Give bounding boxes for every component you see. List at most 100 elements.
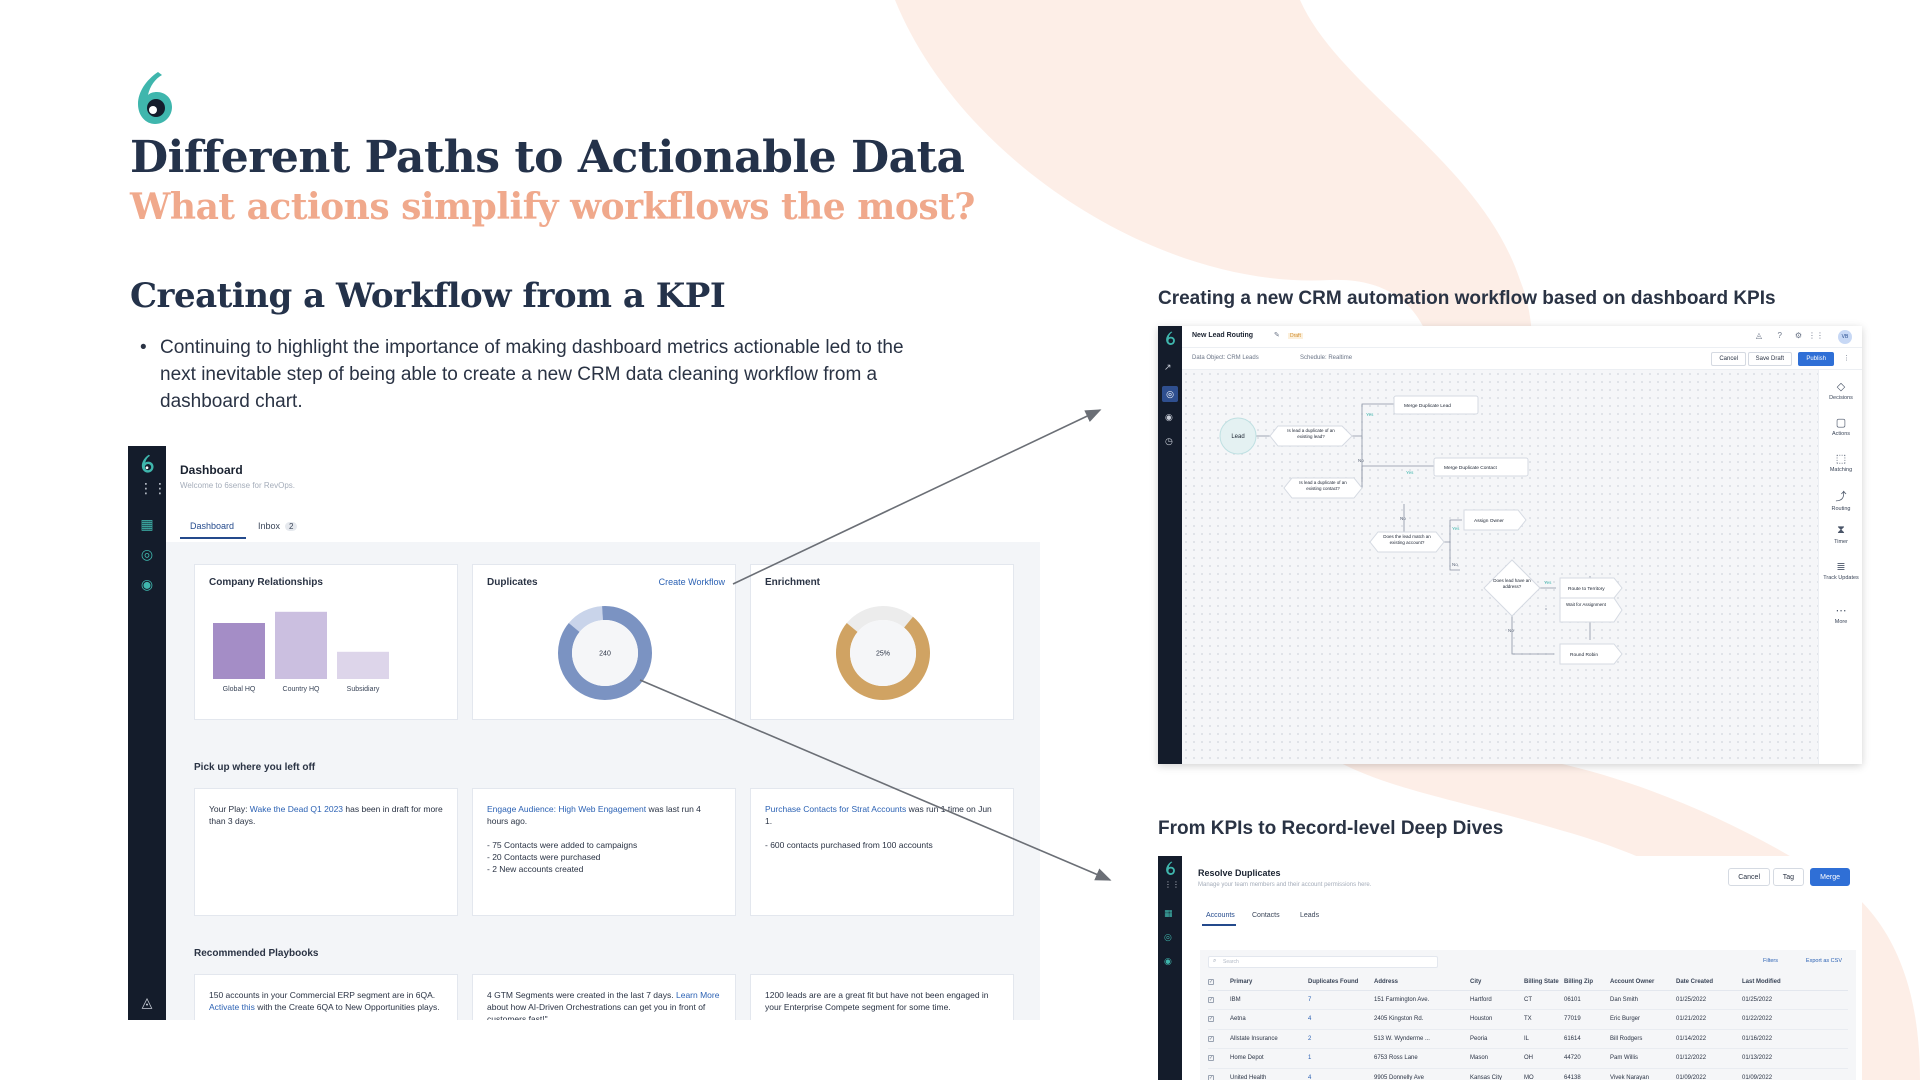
table-cell[interactable]: 2 <box>1308 1029 1374 1049</box>
schedule-label[interactable]: Schedule: Realtime <box>1300 355 1352 361</box>
pick-up-card-3[interactable]: Purchase Contacts for Strat Accounts was… <box>750 788 1014 916</box>
workflow-name[interactable]: New Lead Routing <box>1192 332 1253 339</box>
user-avatar[interactable]: VB <box>1838 330 1852 344</box>
table-row[interactable]: ✓ Home Depot 1 6753 Ross Lane Mason OH 44720 Pa… <box>1208 1048 1848 1069</box>
bell-icon[interactable]: ◬ <box>1756 331 1762 340</box>
select-all-checkbox[interactable]: ✓ <box>1208 978 1214 985</box>
more-vertical-icon[interactable]: ⋮ <box>1843 354 1850 362</box>
apps-grid-icon[interactable]: ⋮⋮ <box>139 480 167 496</box>
table-row[interactable]: ✓ Allstate Insurance 2 513 W. Wynderme ... P… <box>1208 1029 1848 1049</box>
table-row[interactable]: ✓ Aetna 4 2405 Kingston Rd. Houston TX 77019 Er… <box>1208 1009 1848 1030</box>
edit-pencil-icon[interactable]: ✎ <box>1274 331 1280 339</box>
palette-decisions-label: Decisions <box>1829 395 1853 401</box>
table-cell[interactable]: 7 <box>1308 990 1374 1010</box>
dashboard-icon[interactable]: ▦ <box>1164 908 1173 919</box>
enrichment-donut-chart: 25% <box>836 606 930 700</box>
table-cell: 01/12/2022 <box>1676 1048 1742 1069</box>
filters-button[interactable]: Filters <box>1763 958 1778 964</box>
tab-inbox[interactable]: Inbox 2 <box>258 521 298 531</box>
gear-icon[interactable]: ⚙ <box>1795 331 1802 340</box>
apps-grid-icon[interactable]: ⋮⋮ <box>1808 331 1824 340</box>
edge-label-no: No <box>1508 628 1514 633</box>
inbox-count-badge: 2 <box>285 522 298 531</box>
bar-subsidiary[interactable] <box>337 651 389 679</box>
apps-grid-icon[interactable]: ⋮⋮ <box>1164 880 1180 889</box>
search-input[interactable]: ⌕ Search <box>1208 956 1438 968</box>
create-workflow-link[interactable]: Create Workflow <box>659 577 725 587</box>
table-cell[interactable]: 4 <box>1308 1009 1374 1030</box>
col-primary[interactable]: Primary <box>1230 974 1308 991</box>
table-cell[interactable]: 1 <box>1308 1048 1374 1069</box>
bar-country-hq[interactable] <box>275 611 327 679</box>
help-icon[interactable]: ? <box>1778 331 1782 340</box>
col-account-owner[interactable]: Account Owner <box>1610 974 1676 991</box>
dashboard-icon[interactable]: ▦ <box>139 516 155 532</box>
col-last-modified[interactable]: Last Modified <box>1742 974 1848 991</box>
dashboard-screenshot: ⋮⋮ ▦ ◎ ◉ ◬ Dashboard Welcome to 6sense f… <box>128 446 1040 1020</box>
workflow-palette: ◇ Decisions ▢ Actions ⬚ Matching ⤴ Routing ⧗… <box>1818 370 1862 764</box>
pick-up-card-3-link[interactable]: Purchase Contacts for Strat Accounts <box>765 804 906 814</box>
export-csv-button[interactable]: Export as CSV <box>1806 958 1842 964</box>
database-icon[interactable]: ◉ <box>139 576 155 592</box>
dashboard-title: Dashboard <box>180 463 243 477</box>
playbook-card-2-link[interactable]: Learn More <box>676 990 719 1000</box>
playbook-card-2[interactable]: 4 GTM Segments were created in the last … <box>472 974 736 1020</box>
tab-leads[interactable]: Leads <box>1300 912 1319 919</box>
pick-up-card-1-prefix: Your Play: <box>209 804 250 814</box>
edge-label-no: No <box>1400 516 1406 521</box>
table-row[interactable]: ✓ IBM 7 151 Farmington Ave. Hartford CT 06101 D… <box>1208 990 1848 1010</box>
tab-contacts[interactable]: Contacts <box>1252 912 1280 919</box>
database-icon[interactable]: ◉ <box>1164 956 1172 967</box>
tab-dashboard[interactable]: Dashboard <box>190 521 234 531</box>
tag-button[interactable]: Tag <box>1772 868 1804 886</box>
playbook-card-1[interactable]: 150 accounts in your Commercial ERP segm… <box>194 974 458 1020</box>
workflow-active-icon[interactable]: ◎ <box>1162 386 1178 402</box>
clock-icon[interactable]: ◷ <box>1165 436 1173 447</box>
pick-up-card-2[interactable]: Engage Audience: High Web Engagement was… <box>472 788 736 916</box>
bell-icon[interactable]: ◬ <box>139 994 155 1010</box>
palette-timer[interactable]: ⧗ Timer <box>1819 524 1862 545</box>
palette-actions[interactable]: ▢ Actions <box>1819 416 1862 437</box>
publish-button[interactable]: Publish <box>1798 352 1834 366</box>
table-cell: 2405 Kingston Rd. <box>1374 1009 1470 1030</box>
palette-more[interactable]: ⋯ More <box>1819 604 1862 625</box>
tab-accounts[interactable]: Accounts <box>1206 912 1235 919</box>
table-cell: Home Depot <box>1230 1048 1308 1069</box>
col-duplicates-found[interactable]: Duplicates Found <box>1308 974 1374 991</box>
row-checkbox[interactable]: ✓ <box>1208 1074 1214 1080</box>
row-checkbox[interactable]: ✓ <box>1208 996 1214 1003</box>
pick-up-card-2-link[interactable]: Engage Audience: High Web Engagement <box>487 804 646 814</box>
user-circle-icon[interactable]: ◎ <box>139 546 155 562</box>
palette-track-updates[interactable]: ≣ Track Updates <box>1819 560 1862 581</box>
workflow-canvas[interactable]: Lead Is lead a duplicate of an existing … <box>1182 370 1818 764</box>
table-cell[interactable]: 4 <box>1308 1068 1374 1080</box>
palette-decisions[interactable]: ◇ Decisions <box>1819 380 1862 401</box>
row-checkbox[interactable]: ✓ <box>1208 1035 1214 1042</box>
duplicates-donut-value: 240 <box>599 651 611 658</box>
playbook-card-1-link[interactable]: Activate this <box>209 1002 255 1012</box>
pick-up-card-1[interactable]: Your Play: Wake the Dead Q1 2023 has bee… <box>194 788 458 916</box>
row-checkbox[interactable]: ✓ <box>1208 1016 1214 1023</box>
data-object-label[interactable]: Data Object: CRM Leads <box>1192 355 1259 361</box>
bar-label: Subsidiary <box>347 686 380 693</box>
pick-up-card-1-link[interactable]: Wake the Dead Q1 2023 <box>250 804 343 814</box>
trend-icon[interactable]: ↗ <box>1164 362 1172 373</box>
col-date-created[interactable]: Date Created <box>1676 974 1742 991</box>
save-draft-button[interactable]: Save Draft <box>1747 352 1792 366</box>
playbook-card-3[interactable]: 1200 leads are are a great fit but have … <box>750 974 1014 1020</box>
col-address[interactable]: Address <box>1374 974 1470 991</box>
col-billing-zip[interactable]: Billing Zip <box>1564 974 1610 991</box>
palette-matching[interactable]: ⬚ Matching <box>1819 452 1862 473</box>
user-icon[interactable]: ◉ <box>1165 412 1173 423</box>
bar-global-hq[interactable] <box>213 623 265 679</box>
row-checkbox[interactable]: ✓ <box>1208 1055 1214 1062</box>
cancel-button[interactable]: Cancel <box>1728 868 1770 886</box>
cancel-button[interactable]: Cancel <box>1711 352 1746 366</box>
merge-button[interactable]: Merge <box>1810 868 1850 886</box>
table-row[interactable]: ✓ United Health 4 9905 Donnelly Ave Kansas C… <box>1208 1068 1848 1080</box>
col-city[interactable]: City <box>1470 974 1524 991</box>
q2-node-label: Is lead a duplicate of an existing conta… <box>1299 480 1347 491</box>
palette-routing[interactable]: ⤴ Routing <box>1819 488 1862 512</box>
col-billing-state[interactable]: Billing State <box>1524 974 1564 991</box>
user-circle-icon[interactable]: ◎ <box>1164 932 1172 943</box>
